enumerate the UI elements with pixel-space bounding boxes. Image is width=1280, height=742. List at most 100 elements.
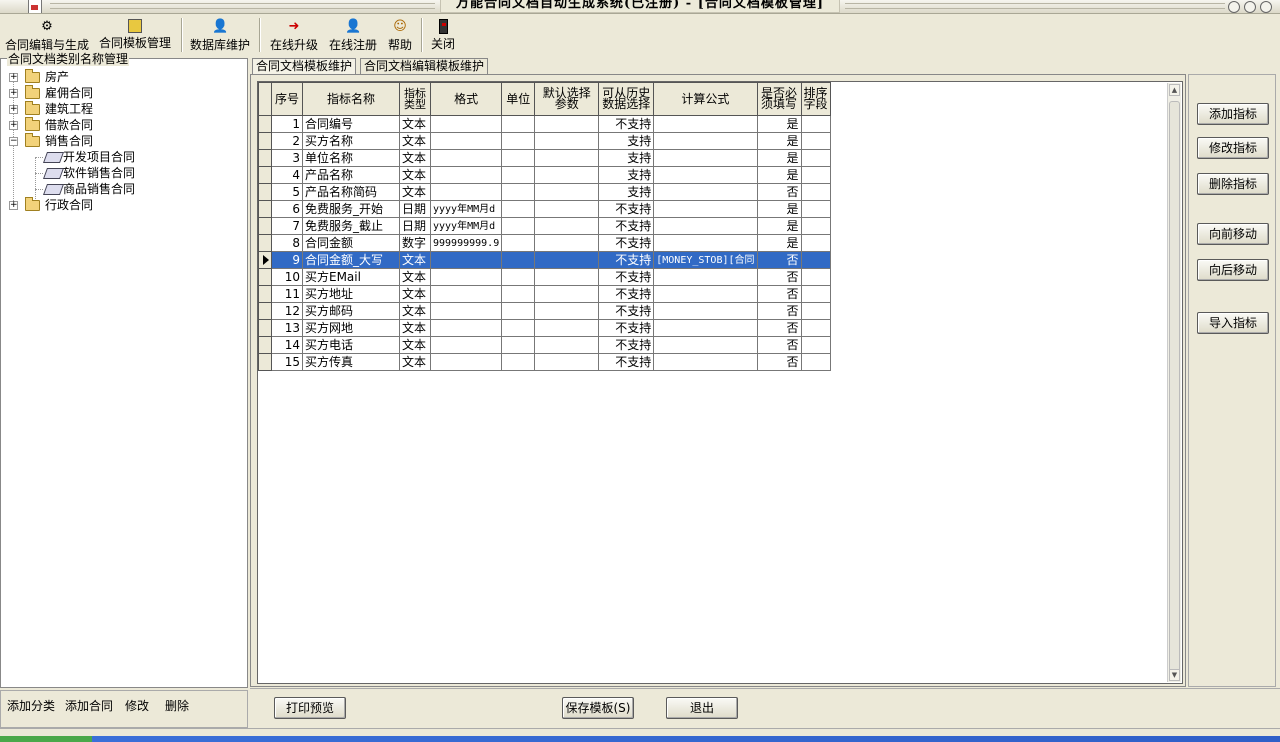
table-cell[interactable] <box>800 302 831 320</box>
table-cell[interactable]: 文本 <box>399 166 431 184</box>
table-cell[interactable] <box>800 285 831 303</box>
table-row[interactable]: 12 买方邮码 文本 不支持 否 <box>258 302 831 320</box>
table-cell[interactable]: 不支持 <box>598 115 655 133</box>
table-row[interactable]: 6 免费服务_开始 日期 yyyy年MM月d 不支持 是 <box>258 200 831 218</box>
column-header[interactable]: 是否必须填写 <box>756 82 802 116</box>
table-cell[interactable]: 合同金额_大写 <box>302 251 400 269</box>
tab-template-maintenance[interactable]: 合同文档模板维护 <box>252 58 357 75</box>
table-cell[interactable] <box>534 149 600 167</box>
move-up-button[interactable]: 向前移动 <box>1197 223 1269 245</box>
row-indicator[interactable] <box>258 149 272 167</box>
expand-icon[interactable]: + <box>9 201 18 210</box>
table-cell[interactable]: 7 <box>271 217 303 235</box>
table-cell[interactable] <box>534 302 600 320</box>
app-document-icon[interactable] <box>28 0 42 13</box>
table-cell[interactable]: 否 <box>756 183 802 201</box>
table-cell[interactable]: 否 <box>756 353 802 371</box>
table-cell[interactable]: 不支持 <box>598 234 655 252</box>
row-indicator[interactable] <box>258 302 272 320</box>
table-cell[interactable]: 2 <box>271 132 303 150</box>
table-cell[interactable]: 999999999.9 <box>429 234 503 252</box>
delete-link[interactable]: 删除 <box>165 697 189 714</box>
column-header[interactable]: 计算公式 <box>653 82 758 116</box>
table-cell[interactable] <box>501 336 536 354</box>
table-cell[interactable]: 11 <box>271 285 303 303</box>
table-cell[interactable] <box>800 132 831 150</box>
table-cell[interactable] <box>800 336 831 354</box>
table-cell[interactable]: 合同编号 <box>302 115 400 133</box>
table-row[interactable]: 3 单位名称 文本 支持 是 <box>258 149 831 167</box>
column-header[interactable]: 可从历史数据选择 <box>598 82 655 116</box>
table-cell[interactable]: 是 <box>756 115 802 133</box>
table-row[interactable]: 7 免费服务_截止 日期 yyyy年MM月d 不支持 是 <box>258 217 831 235</box>
table-cell[interactable]: 文本 <box>399 302 431 320</box>
table-cell[interactable] <box>534 234 600 252</box>
minimize-icon[interactable] <box>1228 1 1240 13</box>
column-header[interactable]: 默认选择参数 <box>534 82 600 116</box>
table-cell[interactable]: 文本 <box>399 115 431 133</box>
table-cell[interactable] <box>429 336 503 354</box>
scroll-up-icon[interactable]: ▲ <box>1169 84 1180 96</box>
table-cell[interactable] <box>429 302 503 320</box>
table-cell[interactable]: 合同金额 <box>302 234 400 252</box>
table-cell[interactable] <box>653 285 758 303</box>
table-cell[interactable] <box>800 166 831 184</box>
table-cell[interactable]: 买方电话 <box>302 336 400 354</box>
table-cell[interactable]: 8 <box>271 234 303 252</box>
collapse-icon[interactable]: − <box>9 137 18 146</box>
table-cell[interactable]: 是 <box>756 149 802 167</box>
table-cell[interactable]: 是 <box>756 200 802 218</box>
table-cell[interactable] <box>501 234 536 252</box>
tab-edit-template-maintenance[interactable]: 合同文档编辑模板维护 <box>360 58 489 74</box>
table-row[interactable]: 1 合同编号 文本 不支持 是 <box>258 115 831 133</box>
table-cell[interactable] <box>653 183 758 201</box>
add-category-link[interactable]: 添加分类 <box>7 697 55 714</box>
table-cell[interactable]: 文本 <box>399 183 431 201</box>
table-cell[interactable] <box>534 132 600 150</box>
expand-icon[interactable]: + <box>9 121 18 130</box>
table-cell[interactable]: 产品名称简码 <box>302 183 400 201</box>
table-cell[interactable] <box>534 353 600 371</box>
table-cell[interactable]: 日期 <box>399 200 431 218</box>
table-cell[interactable] <box>501 302 536 320</box>
table-cell[interactable]: 产品名称 <box>302 166 400 184</box>
table-row[interactable]: 11 买方地址 文本 不支持 否 <box>258 285 831 303</box>
print-preview-button[interactable]: 打印预览 <box>274 697 346 719</box>
table-cell[interactable]: 买方邮码 <box>302 302 400 320</box>
table-cell[interactable] <box>429 166 503 184</box>
table-cell[interactable]: 买方网地 <box>302 319 400 337</box>
table-cell[interactable] <box>501 115 536 133</box>
table-cell[interactable]: 买方地址 <box>302 285 400 303</box>
close-window-icon[interactable] <box>1260 1 1272 13</box>
table-cell[interactable] <box>501 132 536 150</box>
tool-help[interactable]: ☺ 帮助 <box>384 15 416 55</box>
grid-vertical-scrollbar[interactable]: ▲ ▼ <box>1167 83 1181 682</box>
table-cell[interactable] <box>534 268 600 286</box>
table-cell[interactable] <box>800 319 831 337</box>
table-cell[interactable] <box>429 115 503 133</box>
table-cell[interactable]: 文本 <box>399 149 431 167</box>
table-cell[interactable] <box>429 132 503 150</box>
table-cell[interactable] <box>501 285 536 303</box>
row-indicator[interactable] <box>258 166 272 184</box>
table-cell[interactable]: 6 <box>271 200 303 218</box>
table-cell[interactable]: 文本 <box>399 319 431 337</box>
table-cell[interactable]: yyyy年MM月d <box>429 217 503 235</box>
table-cell[interactable] <box>501 149 536 167</box>
table-row[interactable]: 13 买方网地 文本 不支持 否 <box>258 319 831 337</box>
tool-database[interactable]: 👤 数据库维护 <box>188 15 252 55</box>
table-cell[interactable] <box>800 115 831 133</box>
table-cell[interactable] <box>429 268 503 286</box>
table-cell[interactable]: 否 <box>756 336 802 354</box>
row-indicator[interactable] <box>258 268 272 286</box>
delete-indicator-button[interactable]: 删除指标 <box>1197 173 1269 195</box>
table-cell[interactable]: 是 <box>756 166 802 184</box>
table-cell[interactable]: 5 <box>271 183 303 201</box>
table-cell[interactable] <box>800 251 831 269</box>
add-contract-link[interactable]: 添加合同 <box>65 697 113 714</box>
table-cell[interactable] <box>534 251 600 269</box>
column-header[interactable]: 指标类型 <box>399 82 431 116</box>
add-indicator-button[interactable]: 添加指标 <box>1197 103 1269 125</box>
table-cell[interactable] <box>534 200 600 218</box>
expand-icon[interactable]: + <box>9 89 18 98</box>
